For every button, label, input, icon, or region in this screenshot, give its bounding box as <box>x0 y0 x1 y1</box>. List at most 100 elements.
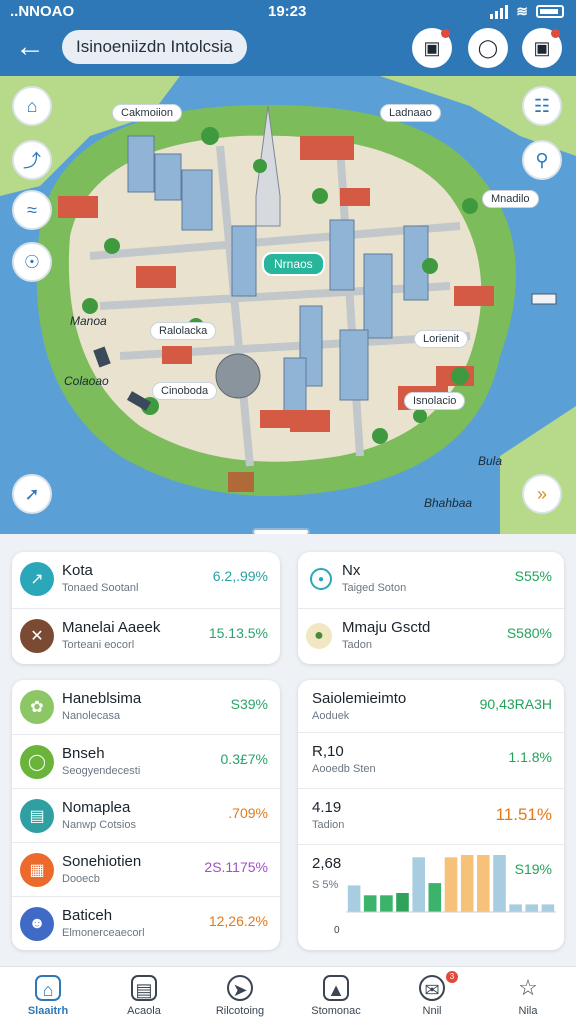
row-value: 2S.1175% <box>204 859 268 875</box>
row-subtitle: Aoduek <box>312 710 350 722</box>
bottom-nav: ⌂ Slaaitrh ▤ Acaola ➤ Rilcotoing ▲ Stomo… <box>0 966 576 1024</box>
row-title: R,10 <box>312 743 344 760</box>
row-subtitle: Tonaed Sootanl <box>62 582 139 594</box>
map-label-ladnaao[interactable]: Ladnaao <box>380 104 441 122</box>
sea-label-bhahbaa: Bhahbaa <box>424 496 473 510</box>
chart-bar <box>493 855 506 912</box>
filter-button[interactable]: ☷ <box>522 86 562 126</box>
row-title: Sonehiotien <box>62 853 142 870</box>
image-icon: ▲ <box>323 975 349 1001</box>
expand-button[interactable]: » <box>522 474 562 514</box>
route-icon: ⤴ <box>23 151 41 171</box>
chart-bar <box>428 883 442 912</box>
pin-button[interactable]: ⚲ <box>522 140 562 180</box>
list-item[interactable]: ↗ Kota Tonaed Sootanl 6.2,.99% <box>12 552 280 608</box>
home-map-button[interactable]: ⌂ <box>12 86 52 126</box>
notification-dot <box>551 29 560 38</box>
camera-icon: ▣ <box>533 37 551 58</box>
star-icon: ☆ <box>518 975 538 1000</box>
share-icon: ➚ <box>24 483 40 504</box>
grid-icon: ▦ <box>20 853 54 887</box>
map-label-ralolacka[interactable]: Ralolacka <box>150 322 217 340</box>
row-subtitle: Seogyendecesti <box>62 765 141 777</box>
chart-bar <box>347 885 361 912</box>
search-button[interactable]: ◯ <box>468 28 508 68</box>
layers-icon: ≈ <box>27 199 37 220</box>
city-map[interactable]: Cakmoiion Ladnaao Mnadilo Ralolacka Lori… <box>0 76 576 534</box>
share-button[interactable]: ➚ <box>12 474 52 514</box>
list-item[interactable]: ▤ Nomaplea Nanwp Cotsios .709% <box>12 788 280 842</box>
nav-item-chat[interactable]: ✉ 3 Nnil <box>384 967 480 1024</box>
map-label-mnadilo[interactable]: Mnadilo <box>482 190 539 208</box>
map-label-cinoboda[interactable]: Cinoboda <box>152 382 218 400</box>
card-kota[interactable]: ↗ Kota Tonaed Sootanl 6.2,.99% ✕ Manelai… <box>12 552 280 664</box>
house-icon: ⌂ <box>26 95 38 116</box>
sea-label-manoa: Manoa <box>70 314 107 328</box>
map-label-cakmoiion[interactable]: Cakmoiion <box>112 104 182 122</box>
chart-bar <box>541 904 555 912</box>
chart-axis-zero: 0 <box>334 925 340 936</box>
list-item[interactable]: ☻ Baticeh Elmonerceaecorl 12,26.2% <box>12 896 280 950</box>
nav-item-compass[interactable]: ➤ Rilcotoing <box>192 967 288 1024</box>
row-value: S580% <box>506 625 552 641</box>
row-subtitle: Torteani eocorl <box>62 639 135 651</box>
row-title: Nomaplea <box>62 799 131 816</box>
row-subtitle: Elmonerceaecorl <box>62 927 145 939</box>
expand-icon: » <box>536 483 547 504</box>
tools-icon: ✕ <box>20 619 54 653</box>
row-title: Haneblsima <box>62 690 142 707</box>
layers-button[interactable]: ≈ <box>12 190 52 230</box>
row-title: Mmaju Gsctd <box>342 619 431 636</box>
card-nx[interactable]: ● Nx Taiged Soton S55% ● Mmaju Gsctd Tad… <box>298 552 564 664</box>
map-label-lorienit[interactable]: Lorienit <box>414 330 469 348</box>
chat-icon: ✉ <box>419 975 445 1001</box>
status-bar: ..NNOAO 19:23 ≋ <box>0 0 576 24</box>
bag-button[interactable]: ▣ <box>412 28 452 68</box>
list-item[interactable]: Saiolemieimto Aoduek 90,43RA3H <box>298 680 564 732</box>
chart-bar <box>396 893 409 912</box>
chart-bar <box>444 857 458 912</box>
row-value: S55% <box>514 568 552 584</box>
row-subtitle: S 5% <box>312 879 339 891</box>
row-title: 4.19 <box>312 799 342 816</box>
nav-label: Slaaitrh <box>27 1005 69 1017</box>
clipboard-icon: ▤ <box>131 975 157 1001</box>
map-label-isnolacio[interactable]: Isnolacio <box>404 392 466 410</box>
signal-icon <box>490 4 509 19</box>
row-title: Nx <box>342 562 361 579</box>
wifi-icon: ≋ <box>516 3 528 19</box>
card-summary[interactable]: Saiolemieimto Aoduek 90,43RA3H R,10 Aooe… <box>298 680 564 950</box>
row-value: 15.13.5% <box>208 625 268 641</box>
list-item[interactable]: R,10 Aooedb Sten 1.1.8% <box>298 732 564 788</box>
camera-button[interactable]: ▣ <box>522 28 562 68</box>
card-categories[interactable]: ✿ Haneblsima Nanolecasa S39% ◯ Bnseh Seo… <box>12 680 280 950</box>
row-title: Kota <box>62 562 93 579</box>
pin-icon: ⚲ <box>535 149 549 170</box>
row-subtitle: Dooecb <box>62 873 100 885</box>
row-subtitle: Nanolecasa <box>62 710 121 722</box>
search-icon: ◯ <box>477 37 499 58</box>
row-title: Bnseh <box>62 745 105 762</box>
list-item[interactable]: ◯ Bnseh Seogyendecesti 0.3£7% <box>12 734 280 788</box>
map-pin-label[interactable]: Nrnaos <box>262 252 325 276</box>
list-item[interactable]: ● Nx Taiged Soton S55% <box>298 552 564 608</box>
nav-item-image[interactable]: ▲ Stomonac <box>288 967 384 1024</box>
locate-button[interactable]: ☉ <box>12 242 52 282</box>
chart-bar <box>412 857 425 912</box>
row-value: 1.1.8% <box>508 749 552 765</box>
list-item[interactable]: ● Mmaju Gsctd Tadon S580% <box>298 608 564 664</box>
list-item[interactable]: ✿ Haneblsima Nanolecasa S39% <box>12 680 280 734</box>
back-arrow-icon[interactable]: ← <box>14 32 46 64</box>
chart-bar <box>380 895 393 912</box>
clock: 19:23 <box>268 3 307 20</box>
nav-item-star[interactable]: ☆ Nila <box>480 967 576 1024</box>
nav-item-home[interactable]: ⌂ Slaaitrh <box>0 967 96 1024</box>
row-value: .709% <box>228 805 268 821</box>
row-title: Saiolemieimto <box>312 690 407 707</box>
list-item[interactable]: ✕ Manelai Aaeek Torteani eocorl 15.13.5% <box>12 608 280 664</box>
route-button[interactable]: ⤴ <box>12 140 52 180</box>
chart-bar <box>460 855 474 912</box>
nav-item-clipboard[interactable]: ▤ Acaola <box>96 967 192 1024</box>
list-item[interactable]: ▦ Sonehiotien Dooecb 2S.1175% <box>12 842 280 896</box>
page-title[interactable]: Isinoeniizdn Intolcsia <box>62 30 247 64</box>
